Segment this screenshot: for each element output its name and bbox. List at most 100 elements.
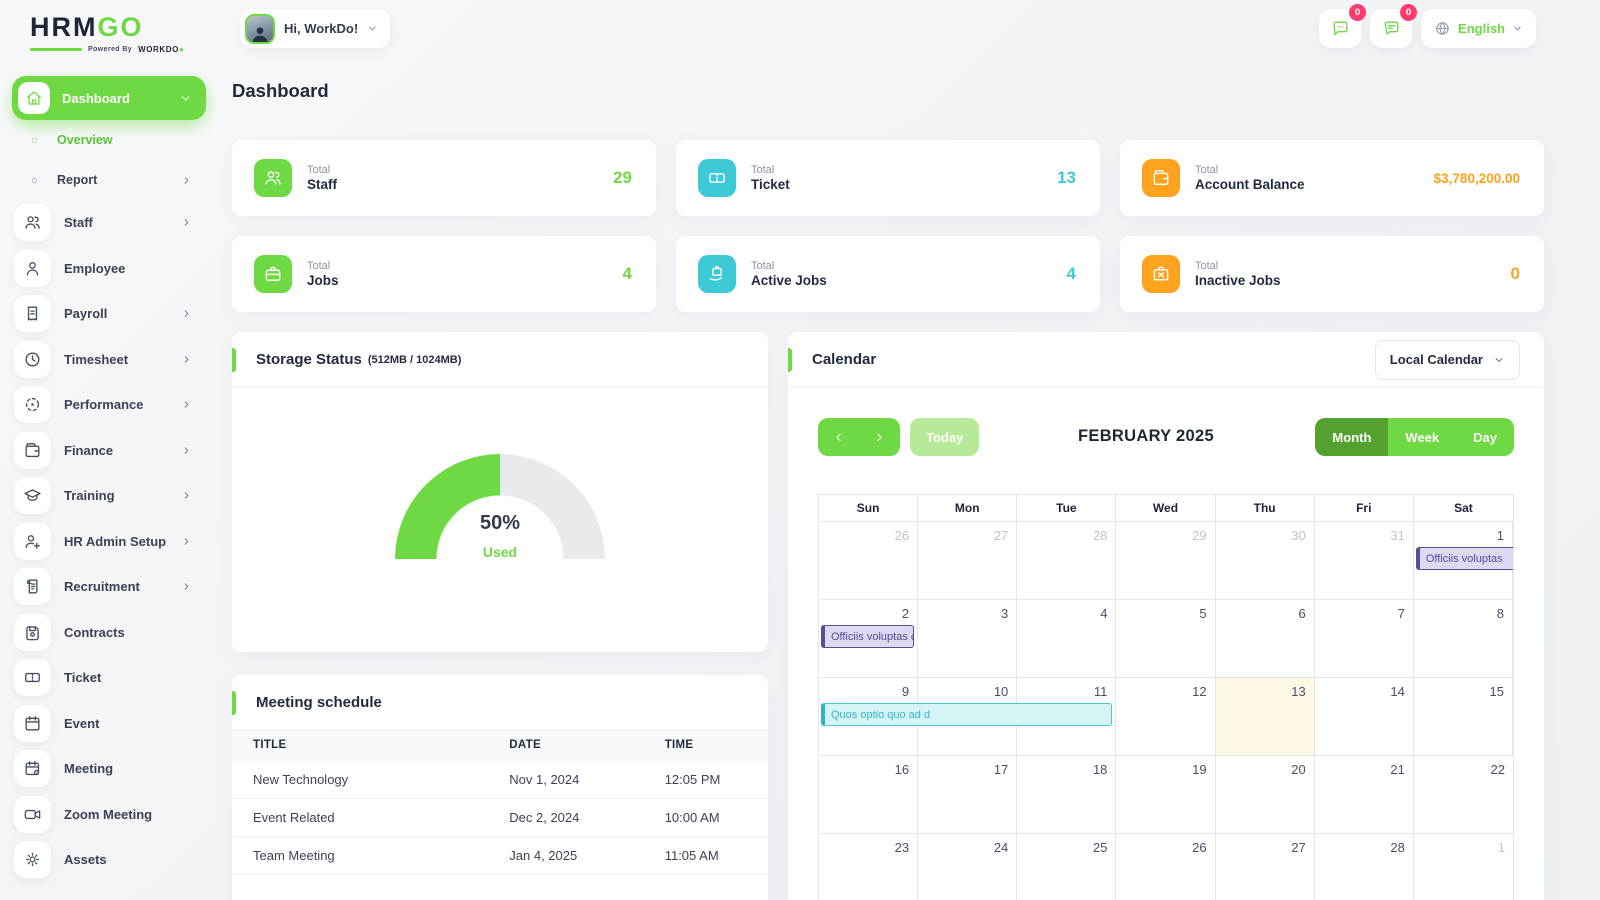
meetings-title: Meeting schedule	[256, 693, 382, 711]
sidebar-item-hr-admin-setup[interactable]: HR Admin Setup	[12, 519, 206, 565]
sidebar-item-assets[interactable]: Assets	[12, 837, 206, 883]
sidebar-item-report[interactable]: Report	[12, 160, 206, 200]
stat-card-account-balance: Total Account Balance $3,780,200.00	[1120, 140, 1544, 216]
app-logo[interactable]: HRMGO Powered By WORKDO●	[0, 0, 216, 54]
dot-icon	[30, 176, 39, 185]
calendar-day[interactable]: 12	[1116, 678, 1216, 755]
sidebar-item-recruitment[interactable]: Recruitment	[12, 564, 206, 610]
calendar-day[interactable]: 23	[819, 834, 919, 900]
chevron-down-icon	[179, 92, 192, 105]
calendar-day[interactable]: 24	[918, 834, 1018, 900]
calendar-event[interactable]: Quos optio quo ad d	[821, 703, 1113, 726]
language-selector[interactable]: English	[1421, 9, 1536, 48]
calendar-grid: Sun Mon Tue Wed Thu Fri Sat 26 27 28 29 30 31 1 Offic…	[818, 494, 1514, 900]
day-header-wed: Wed	[1116, 495, 1216, 521]
sidebar-item-event[interactable]: Event	[12, 701, 206, 747]
calendar-day[interactable]: 29	[1116, 522, 1216, 599]
calendar-day[interactable]: 26	[1116, 834, 1216, 900]
globe-icon	[1434, 20, 1451, 37]
stat-card-ticket: Total Ticket 13	[676, 140, 1100, 216]
view-day-button[interactable]: Day	[1456, 418, 1514, 456]
language-label: English	[1458, 21, 1505, 36]
sidebar-item-zoom-meeting[interactable]: Zoom Meeting	[12, 792, 206, 838]
calendar-day[interactable]: 14	[1315, 678, 1414, 755]
calendar-day[interactable]: 6	[1216, 600, 1315, 677]
calendar-day[interactable]: 18	[1017, 756, 1117, 833]
stat-card-active-jobs: Total Active Jobs 4	[676, 236, 1100, 312]
calendar-event[interactable]: Officiis voluptas	[1415, 547, 1513, 570]
sidebar-item-timesheet[interactable]: Timesheet	[12, 337, 206, 383]
briefcase-hand-icon	[698, 255, 736, 293]
calendar-day[interactable]: 20	[1216, 756, 1315, 833]
calendar-day[interactable]: 27	[1216, 834, 1315, 900]
calendar-day[interactable]: 8	[1414, 600, 1513, 677]
calendar-day[interactable]: 1	[1414, 834, 1513, 900]
meeting-schedule-card: Meeting schedule TITLE DATE TIME New Techn…	[232, 675, 768, 900]
chevron-right-icon	[181, 445, 192, 456]
sidebar-item-training[interactable]: Training	[12, 473, 206, 519]
calendar-day[interactable]: 30	[1216, 522, 1315, 599]
calendar-day[interactable]: 31	[1315, 522, 1414, 599]
powered-by-label: Powered By	[88, 46, 133, 53]
view-month-button[interactable]: Month	[1315, 418, 1389, 456]
calendar-day[interactable]: 5	[1116, 600, 1216, 677]
calendar-day[interactable]: 4	[1017, 600, 1117, 677]
sidebar-item-contracts[interactable]: Contracts	[12, 610, 206, 656]
stat-card-inactive-jobs: Total Inactive Jobs 0	[1120, 236, 1544, 312]
chevron-down-icon	[367, 23, 378, 34]
sidebar-item-ticket[interactable]: Ticket	[12, 655, 206, 701]
calendar-day[interactable]: 25	[1017, 834, 1117, 900]
sidebar-item-finance[interactable]: Finance	[12, 428, 206, 474]
calendar-event[interactable]: Officiis voluptas c	[821, 625, 915, 648]
sidebar-item-meeting[interactable]: Meeting	[12, 746, 206, 792]
table-row: New Technology Nov 1, 2024 12:05 PM	[232, 761, 768, 799]
stat-value: 4	[1066, 264, 1076, 283]
sidebar: HRMGO Powered By WORKDO● Dashboard Overvi…	[0, 0, 216, 900]
calendar-day[interactable]: 21	[1315, 756, 1414, 833]
view-week-button[interactable]: Week	[1388, 418, 1457, 456]
briefcase-x-icon	[1142, 255, 1180, 293]
messages-badge: 0	[1349, 4, 1367, 21]
storage-gauge: 50% Used	[395, 454, 605, 604]
day-header-mon: Mon	[918, 495, 1018, 521]
calendar-week-row: 23 24 25 26 27 28 1	[819, 833, 1513, 900]
target-icon	[14, 386, 51, 424]
calendar-source-dropdown[interactable]: Local Calendar	[1374, 339, 1520, 380]
notifications-button[interactable]: 0	[1370, 4, 1418, 48]
calendar-day[interactable]: 26	[819, 522, 919, 599]
stat-value: 4	[622, 264, 632, 283]
sidebar-item-performance[interactable]: Performance	[12, 382, 206, 428]
calendar-day-today[interactable]: 13	[1215, 678, 1315, 755]
stat-card-jobs: Total Jobs 4	[232, 236, 656, 312]
logo-underline	[30, 48, 82, 51]
calendar-day[interactable]: 22	[1414, 756, 1513, 833]
sidebar-item-employee[interactable]: Employee	[12, 246, 206, 292]
user-plus-icon	[14, 522, 51, 560]
sidebar-item-payroll[interactable]: Payroll	[12, 291, 206, 337]
calendar-day[interactable]: 3	[918, 600, 1018, 677]
graduation-icon	[14, 477, 51, 515]
calendar-day[interactable]: 16	[819, 756, 919, 833]
calendar-day[interactable]: 27	[918, 522, 1018, 599]
calendar-day[interactable]: 28	[1017, 522, 1117, 599]
chevron-down-icon	[1493, 354, 1505, 366]
column-header-date: DATE	[489, 729, 645, 761]
calendar-day[interactable]: 17	[918, 756, 1018, 833]
day-header-thu: Thu	[1216, 495, 1315, 521]
messages-button[interactable]: 0	[1319, 4, 1367, 48]
day-header-sat: Sat	[1454, 501, 1473, 515]
workdo-brand: WORKDO●	[138, 45, 185, 54]
calendar-day[interactable]: 28	[1315, 834, 1414, 900]
calendar-day[interactable]: 15	[1414, 678, 1513, 755]
sidebar-item-overview[interactable]: Overview	[12, 120, 206, 160]
calendar-day[interactable]: 19	[1116, 756, 1216, 833]
chevron-right-icon	[181, 536, 192, 547]
sidebar-item-staff[interactable]: Staff	[12, 200, 206, 246]
user-menu[interactable]: Hi, WorkDo!	[240, 9, 391, 48]
sidebar-item-dashboard[interactable]: Dashboard	[12, 76, 206, 120]
home-icon	[18, 82, 50, 114]
column-header-time: TIME	[644, 729, 768, 761]
chat-dots-icon	[1331, 19, 1350, 38]
calendar-day[interactable]: 7	[1315, 600, 1414, 677]
table-row: Event Related Dec 2, 2024 10:00 AM	[232, 798, 768, 837]
